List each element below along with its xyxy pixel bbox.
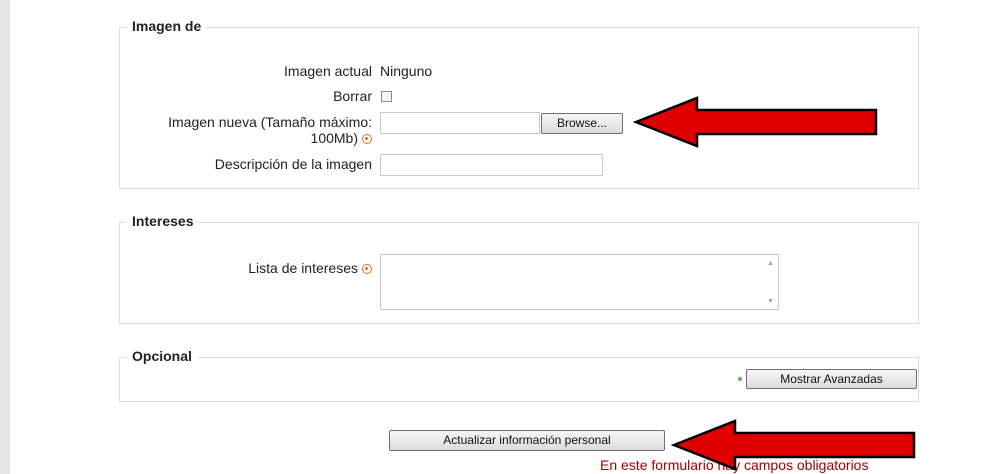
red-arrow-icon-submit	[670, 419, 916, 471]
new-image-label-line2-wrap: 100Mb)	[120, 130, 372, 146]
fieldset-image-legend: Imagen de	[126, 18, 208, 34]
browse-button[interactable]: Browse...	[541, 113, 623, 134]
update-personal-info-button[interactable]: Actualizar información personal	[389, 430, 665, 451]
interests-list-label: Lista de intereses	[150, 260, 372, 276]
current-image-label: Imagen actual	[284, 63, 372, 79]
fieldset-optional-legend: Opcional	[126, 348, 198, 364]
left-sidebar-strip	[0, 0, 10, 474]
delete-image-checkbox[interactable]	[381, 91, 392, 102]
interests-textarea[interactable]: ▲ ▼	[380, 254, 779, 310]
image-description-input[interactable]	[380, 154, 603, 176]
image-description-label: Descripción de la imagen	[214, 156, 372, 172]
new-image-label: Imagen nueva (Tamaño máximo: 100Mb)	[120, 114, 372, 146]
show-advanced-button[interactable]: Mostrar Avanzadas	[746, 369, 917, 389]
delete-image-label: Borrar	[333, 88, 372, 104]
advanced-indicator-icon	[738, 377, 742, 381]
new-image-label-line2: 100Mb)	[310, 130, 358, 146]
help-icon[interactable]	[362, 134, 372, 144]
red-arrow-icon-browse	[632, 96, 878, 148]
current-image-value: Ninguno	[380, 63, 433, 79]
fieldset-interests-legend: Intereses	[126, 213, 200, 229]
help-icon[interactable]	[362, 264, 372, 274]
interests-list-label-text: Lista de intereses	[248, 260, 358, 276]
new-image-label-line1: Imagen nueva (Tamaño máximo:	[168, 114, 372, 130]
scroll-up-icon[interactable]: ▲	[767, 260, 774, 267]
new-image-file-input[interactable]	[380, 112, 540, 134]
scroll-down-icon[interactable]: ▼	[767, 298, 774, 305]
